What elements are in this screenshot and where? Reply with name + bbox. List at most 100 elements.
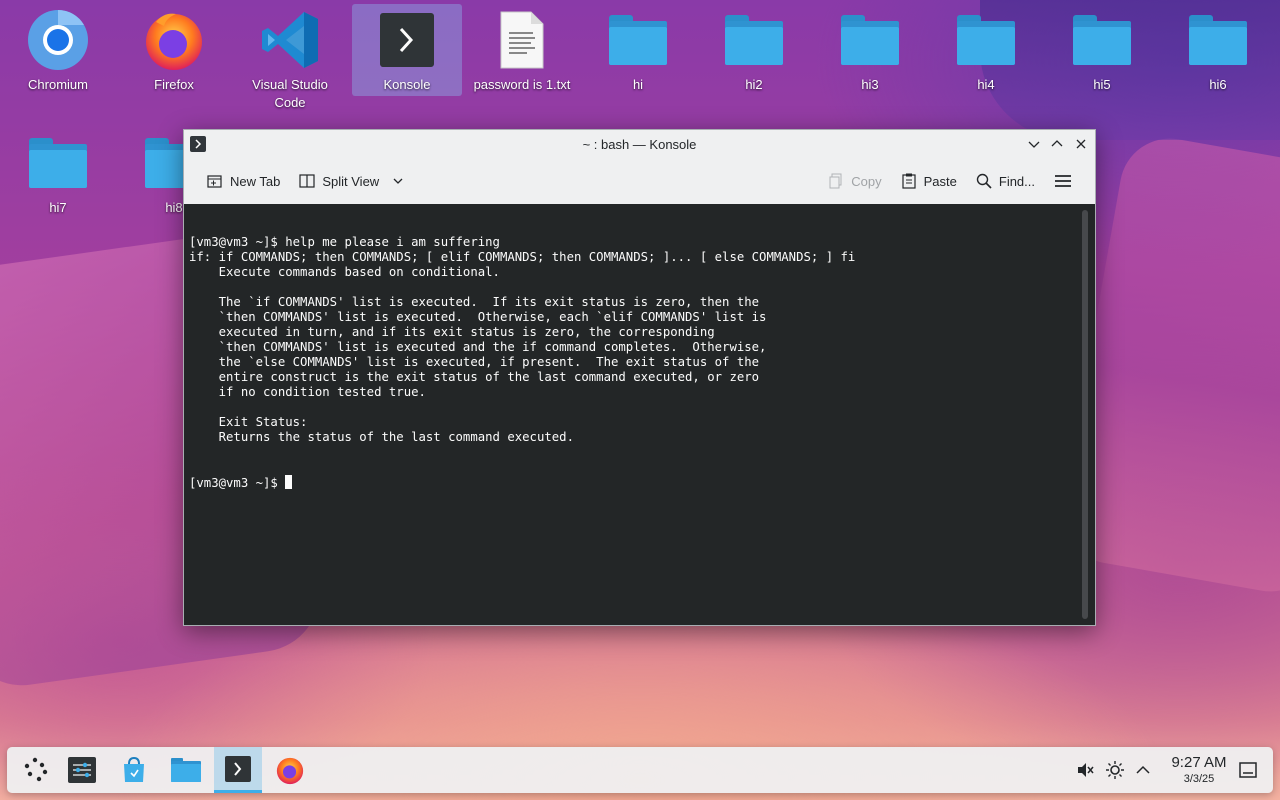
- discover-store-icon: [124, 756, 144, 782]
- paste-icon: [902, 173, 916, 189]
- new-tab-icon: [207, 175, 222, 188]
- chevron-up-icon: [1136, 765, 1150, 774]
- folder-icon: [26, 131, 90, 195]
- minimize-icon[interactable]: [1024, 134, 1044, 154]
- copy-icon: [829, 173, 842, 189]
- terminal-line: `then COMMANDS' list is executed and the…: [189, 340, 767, 354]
- desktop-icon-vscode[interactable]: Visual Studio Code: [235, 8, 345, 112]
- desktop-icon-label: Visual Studio Code: [252, 77, 328, 110]
- folder-icon: [606, 8, 670, 72]
- folder-icon: [722, 8, 786, 72]
- terminal-line: Execute commands based on conditional.: [189, 265, 500, 279]
- close-icon[interactable]: [1071, 134, 1091, 154]
- desktop-icon-label: hi6: [1209, 77, 1227, 92]
- new-tab-button[interactable]: New Tab: [200, 166, 286, 196]
- terminal-cursor: [285, 475, 293, 489]
- terminal-line: Exit Status:: [189, 415, 308, 429]
- desktop-folder-hi2[interactable]: hi2: [699, 8, 809, 94]
- desktop-icon-konsole[interactable]: Konsole: [352, 4, 462, 96]
- desktop-folder-hi7[interactable]: hi7: [3, 131, 113, 217]
- find-label: Find...: [998, 173, 1035, 189]
- terminal-line: The `if COMMANDS' list is executed. If i…: [189, 295, 760, 309]
- system-settings-icon: [68, 757, 96, 783]
- terminal-output[interactable]: [vm3@vm3 ~]$ help me please i am sufferi…: [184, 204, 1095, 625]
- desktop-icon-password-file[interactable]: password is 1.txt: [467, 8, 577, 94]
- taskbar: 9:27 AM 3/3/25: [7, 747, 1273, 793]
- terminal-line: Returns the status of the last command e…: [189, 430, 574, 444]
- desktop-folder-hi6[interactable]: hi6: [1163, 8, 1273, 94]
- konsole-icon: [375, 8, 439, 72]
- taskbar-dolphin[interactable]: [162, 747, 210, 793]
- taskbar-konsole[interactable]: [214, 747, 262, 793]
- window-title: ~ : bash — Konsole: [582, 136, 697, 152]
- terminal-line: executed in turn, and if its exit status…: [189, 325, 715, 339]
- terminal-line: if: if COMMANDS; then COMMANDS; [ elif C…: [189, 250, 856, 264]
- firefox-icon: [142, 8, 206, 72]
- desktop-folder-hi4[interactable]: hi4: [931, 8, 1041, 94]
- paste-button[interactable]: Paste: [894, 166, 963, 196]
- terminal-lines: [vm3@vm3 ~]$ help me please i am sufferi…: [189, 235, 1090, 445]
- split-view-button[interactable]: Split View: [292, 166, 411, 196]
- desktop-icon-label: password is 1.txt: [473, 77, 571, 92]
- show-desktop-button[interactable]: [1225, 747, 1271, 793]
- desktop-folder-hi5[interactable]: hi5: [1047, 8, 1157, 94]
- desktop-icon-label: hi4: [977, 77, 995, 92]
- copy-label: Copy: [851, 173, 882, 189]
- terminal-line: `then COMMANDS' list is executed. Otherw…: [189, 310, 767, 324]
- chromium-icon: [26, 8, 90, 72]
- window-toolbar: New Tab Split View Copy Paste Find...: [184, 158, 1095, 204]
- folder-icon: [1186, 8, 1250, 72]
- taskbar-system-settings[interactable]: [58, 747, 106, 793]
- file-manager-folder-icon: [171, 758, 201, 782]
- folder-icon: [954, 8, 1018, 72]
- new-tab-label: New Tab: [230, 173, 281, 189]
- window-titlebar[interactable]: ~ : bash — Konsole: [184, 130, 1095, 158]
- folder-icon: [1070, 8, 1134, 72]
- desktop-icon-label: Chromium: [28, 77, 88, 92]
- terminal-prompt-line: [vm3@vm3 ~]$: [189, 475, 1090, 491]
- copy-button[interactable]: Copy: [821, 166, 887, 196]
- konsole-window[interactable]: ~ : bash — Konsole New Tab Split View Co…: [183, 129, 1096, 626]
- terminal-prompt: [vm3@vm3 ~]$: [189, 476, 286, 490]
- folder-icon: [838, 8, 902, 72]
- maximize-icon[interactable]: [1047, 134, 1067, 154]
- desktop-folder-hi3[interactable]: hi3: [815, 8, 925, 94]
- desktop-icon-label: hi: [632, 77, 644, 92]
- desktop-icon-label: Konsole: [383, 77, 431, 92]
- terminal-line: if no condition tested true.: [189, 385, 426, 399]
- text-file-icon: [490, 8, 554, 72]
- desktop-icon-label: Firefox: [154, 77, 194, 92]
- terminal-line: entire construct is the exit status of t…: [189, 370, 760, 384]
- split-view-label: Split View: [322, 173, 380, 189]
- split-view-icon: [299, 174, 315, 188]
- kde-launcher-icon: [24, 757, 48, 782]
- application-launcher-button[interactable]: [11, 747, 59, 793]
- desktop-icon-label: hi2: [745, 77, 763, 92]
- paste-label: Paste: [923, 173, 957, 189]
- hamburger-menu-icon: [1055, 175, 1071, 187]
- terminal-scrollbar[interactable]: [1082, 210, 1088, 619]
- system-tray-expand-button[interactable]: [1125, 747, 1161, 793]
- volume-muted-icon: [1078, 763, 1094, 777]
- show-desktop-icon: [1239, 762, 1257, 778]
- taskbar-firefox[interactable]: [266, 747, 314, 793]
- hamburger-menu-button[interactable]: [1047, 166, 1079, 196]
- vscode-icon: [258, 8, 322, 72]
- desktop-icon-chromium[interactable]: Chromium: [3, 8, 113, 94]
- desktop-icon-label: hi7: [49, 200, 67, 215]
- konsole-icon: [225, 755, 251, 782]
- firefox-icon: [276, 757, 304, 785]
- taskbar-discover[interactable]: [110, 747, 158, 793]
- konsole-app-icon[interactable]: [190, 136, 206, 152]
- desktop-icon-label: hi3: [861, 77, 879, 92]
- desktop-icon-firefox[interactable]: Firefox: [119, 8, 229, 94]
- desktop-icon-label: hi5: [1093, 77, 1111, 92]
- brightness-icon: [1106, 761, 1124, 779]
- terminal-line: the `else COMMANDS' list is executed, if…: [189, 355, 760, 369]
- desktop-folder-hi[interactable]: hi: [583, 8, 693, 94]
- search-icon: [976, 173, 992, 189]
- terminal-line: [vm3@vm3 ~]$ help me please i am sufferi…: [189, 235, 500, 249]
- find-button[interactable]: Find...: [969, 166, 1041, 196]
